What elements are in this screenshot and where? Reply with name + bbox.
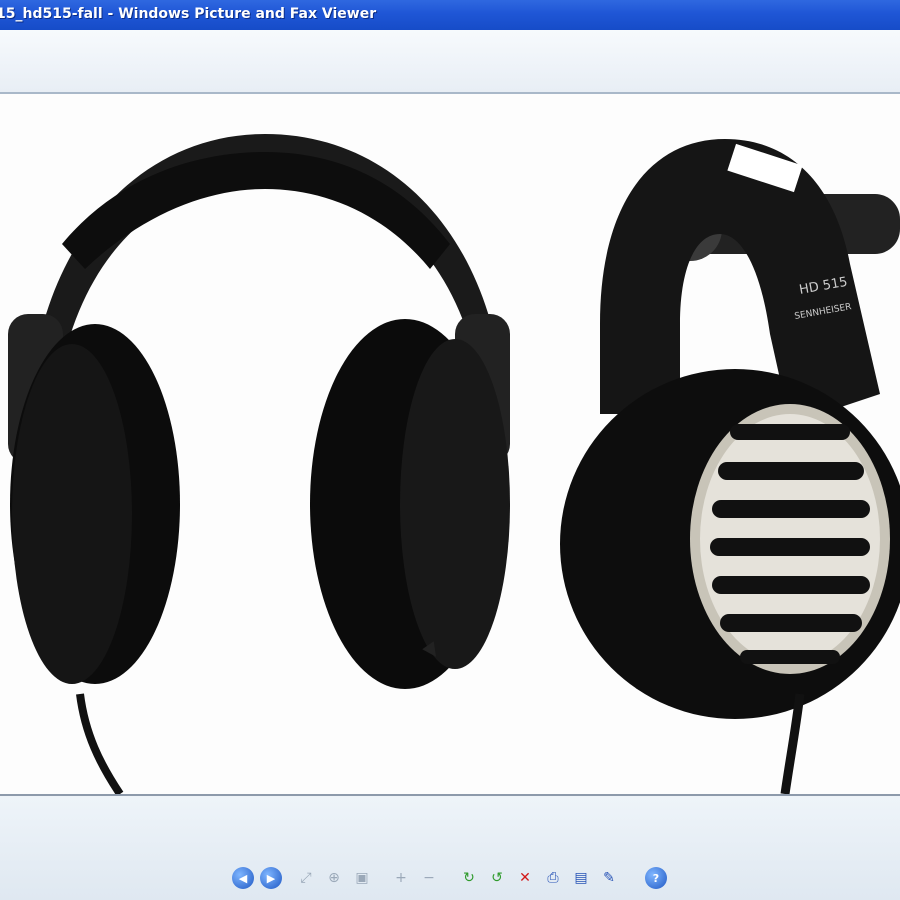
right-headphone: HD 515 SENNHEISER bbox=[560, 139, 900, 794]
delete-icon[interactable]: ✕ bbox=[514, 867, 536, 889]
zoom-in-icon[interactable]: + bbox=[390, 867, 412, 889]
zoom-out-icon[interactable]: − bbox=[418, 867, 440, 889]
menu-bar bbox=[0, 30, 900, 94]
actual-size-icon[interactable]: ⊕ bbox=[323, 867, 345, 889]
nav-buttons: ◀ ▶ bbox=[232, 866, 282, 890]
edit-buttons: ↻ ↺ ✕ ⎙ ▤ ✎ bbox=[458, 866, 620, 890]
title-bar[interactable]: 15_hd515-fall - Windows Picture and Fax … bbox=[0, 0, 900, 31]
image-viewport[interactable]: HD 515 SENNHEISER bbox=[0, 94, 900, 796]
left-headphone bbox=[8, 134, 510, 794]
rotate-counterclockwise-icon[interactable]: ↺ bbox=[486, 867, 508, 889]
headphones-photo: HD 515 SENNHEISER bbox=[8, 134, 900, 794]
view-buttons: ⤢ ⊕ ▣ bbox=[295, 866, 373, 890]
print-icon[interactable]: ⎙ bbox=[542, 867, 564, 889]
viewer-toolbar bbox=[0, 797, 900, 900]
slideshow-icon[interactable]: ▣ bbox=[351, 867, 373, 889]
best-fit-icon[interactable]: ⤢ bbox=[295, 867, 317, 889]
edit-icon[interactable]: ✎ bbox=[598, 867, 620, 889]
previous-image-icon[interactable]: ◀ bbox=[232, 867, 254, 889]
next-image-icon[interactable]: ▶ bbox=[260, 867, 282, 889]
help-icon[interactable]: ? bbox=[645, 867, 667, 889]
save-icon[interactable]: ▤ bbox=[570, 867, 592, 889]
help-buttons: ? bbox=[645, 866, 667, 890]
zoom-buttons: + − bbox=[390, 866, 440, 890]
window-title: 15_hd515-fall - Windows Picture and Fax … bbox=[0, 6, 377, 22]
rotate-clockwise-icon[interactable]: ↻ bbox=[458, 867, 480, 889]
